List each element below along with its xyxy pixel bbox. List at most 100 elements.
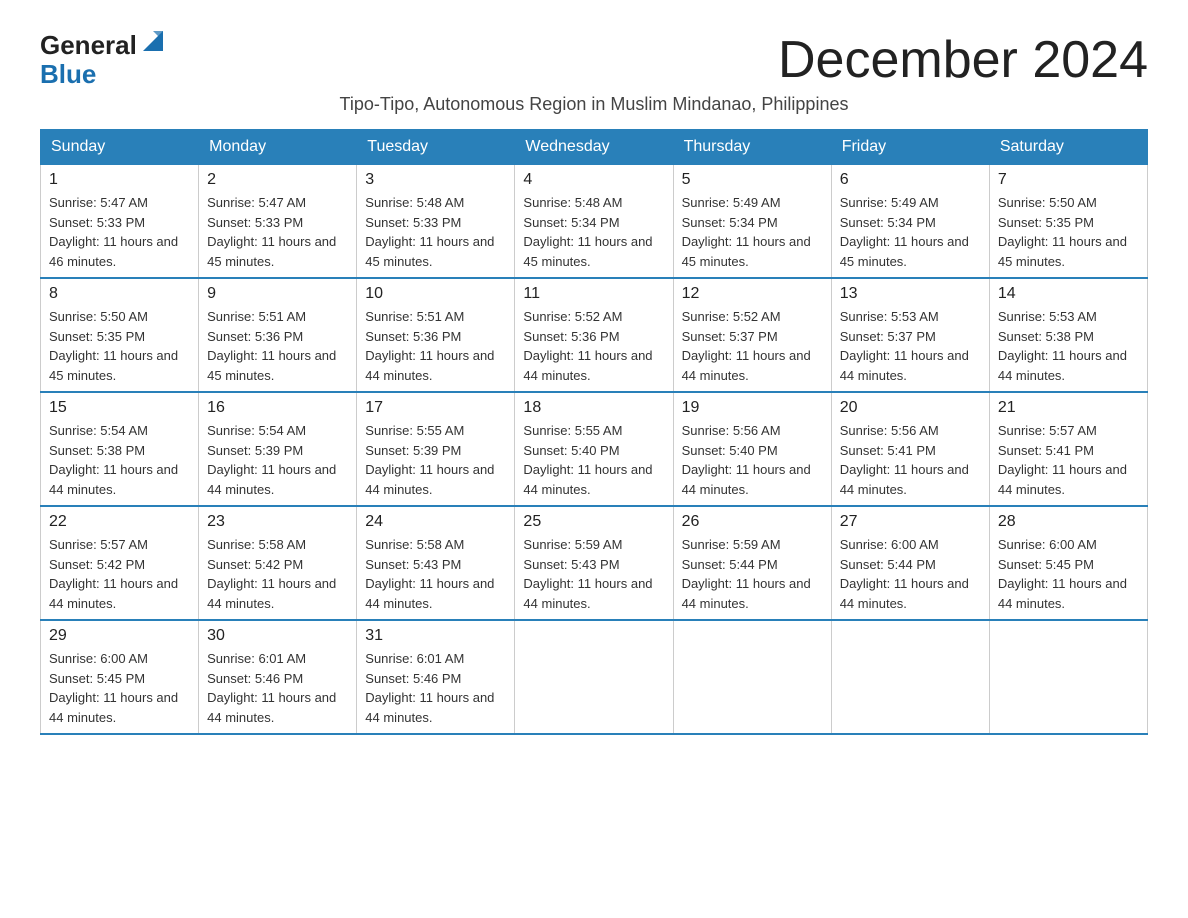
day-number: 11 — [523, 285, 664, 303]
day-number: 22 — [49, 513, 190, 531]
day-number: 24 — [365, 513, 506, 531]
day-number: 16 — [207, 399, 348, 417]
calendar-cell: 19 Sunrise: 5:56 AMSunset: 5:40 PMDaylig… — [673, 392, 831, 506]
day-number: 3 — [365, 171, 506, 189]
day-info: Sunrise: 5:50 AMSunset: 5:35 PMDaylight:… — [49, 307, 190, 385]
day-number: 15 — [49, 399, 190, 417]
day-number: 1 — [49, 171, 190, 189]
calendar-header-thursday: Thursday — [673, 130, 831, 165]
calendar-week-row: 22 Sunrise: 5:57 AMSunset: 5:42 PMDaylig… — [41, 506, 1148, 620]
day-info: Sunrise: 5:59 AMSunset: 5:44 PMDaylight:… — [682, 535, 823, 613]
day-info: Sunrise: 5:59 AMSunset: 5:43 PMDaylight:… — [523, 535, 664, 613]
day-info: Sunrise: 6:00 AMSunset: 5:45 PMDaylight:… — [49, 649, 190, 727]
day-number: 21 — [998, 399, 1139, 417]
day-number: 7 — [998, 171, 1139, 189]
calendar-week-row: 15 Sunrise: 5:54 AMSunset: 5:38 PMDaylig… — [41, 392, 1148, 506]
day-info: Sunrise: 5:56 AMSunset: 5:41 PMDaylight:… — [840, 421, 981, 499]
calendar-cell: 3 Sunrise: 5:48 AMSunset: 5:33 PMDayligh… — [357, 165, 515, 279]
day-info: Sunrise: 5:57 AMSunset: 5:42 PMDaylight:… — [49, 535, 190, 613]
calendar-header-friday: Friday — [831, 130, 989, 165]
day-info: Sunrise: 5:51 AMSunset: 5:36 PMDaylight:… — [365, 307, 506, 385]
day-number: 18 — [523, 399, 664, 417]
day-number: 20 — [840, 399, 981, 417]
day-number: 27 — [840, 513, 981, 531]
calendar-cell: 10 Sunrise: 5:51 AMSunset: 5:36 PMDaylig… — [357, 278, 515, 392]
day-info: Sunrise: 5:51 AMSunset: 5:36 PMDaylight:… — [207, 307, 348, 385]
page-subtitle: Tipo-Tipo, Autonomous Region in Muslim M… — [40, 94, 1148, 115]
calendar-cell: 26 Sunrise: 5:59 AMSunset: 5:44 PMDaylig… — [673, 506, 831, 620]
day-info: Sunrise: 5:56 AMSunset: 5:40 PMDaylight:… — [682, 421, 823, 499]
calendar-cell: 1 Sunrise: 5:47 AMSunset: 5:33 PMDayligh… — [41, 165, 199, 279]
day-info: Sunrise: 5:53 AMSunset: 5:37 PMDaylight:… — [840, 307, 981, 385]
day-number: 30 — [207, 627, 348, 645]
calendar-cell: 27 Sunrise: 6:00 AMSunset: 5:44 PMDaylig… — [831, 506, 989, 620]
day-number: 17 — [365, 399, 506, 417]
calendar-cell: 12 Sunrise: 5:52 AMSunset: 5:37 PMDaylig… — [673, 278, 831, 392]
day-info: Sunrise: 6:00 AMSunset: 5:44 PMDaylight:… — [840, 535, 981, 613]
calendar-cell: 2 Sunrise: 5:47 AMSunset: 5:33 PMDayligh… — [199, 165, 357, 279]
calendar-cell: 9 Sunrise: 5:51 AMSunset: 5:36 PMDayligh… — [199, 278, 357, 392]
day-number: 25 — [523, 513, 664, 531]
day-number: 28 — [998, 513, 1139, 531]
day-info: Sunrise: 5:52 AMSunset: 5:36 PMDaylight:… — [523, 307, 664, 385]
day-number: 31 — [365, 627, 506, 645]
page-title: December 2024 — [778, 30, 1148, 90]
day-number: 23 — [207, 513, 348, 531]
calendar-cell — [673, 620, 831, 734]
day-info: Sunrise: 6:01 AMSunset: 5:46 PMDaylight:… — [365, 649, 506, 727]
calendar-header-wednesday: Wednesday — [515, 130, 673, 165]
day-info: Sunrise: 5:55 AMSunset: 5:39 PMDaylight:… — [365, 421, 506, 499]
day-info: Sunrise: 5:58 AMSunset: 5:42 PMDaylight:… — [207, 535, 348, 613]
logo-triangle-icon — [139, 27, 167, 55]
day-info: Sunrise: 6:00 AMSunset: 5:45 PMDaylight:… — [998, 535, 1139, 613]
day-number: 14 — [998, 285, 1139, 303]
calendar-cell: 17 Sunrise: 5:55 AMSunset: 5:39 PMDaylig… — [357, 392, 515, 506]
day-info: Sunrise: 5:57 AMSunset: 5:41 PMDaylight:… — [998, 421, 1139, 499]
calendar-cell: 30 Sunrise: 6:01 AMSunset: 5:46 PMDaylig… — [199, 620, 357, 734]
calendar-cell: 16 Sunrise: 5:54 AMSunset: 5:39 PMDaylig… — [199, 392, 357, 506]
day-number: 6 — [840, 171, 981, 189]
calendar-cell: 21 Sunrise: 5:57 AMSunset: 5:41 PMDaylig… — [989, 392, 1147, 506]
day-number: 2 — [207, 171, 348, 189]
day-info: Sunrise: 5:53 AMSunset: 5:38 PMDaylight:… — [998, 307, 1139, 385]
calendar-week-row: 1 Sunrise: 5:47 AMSunset: 5:33 PMDayligh… — [41, 165, 1148, 279]
calendar-cell: 25 Sunrise: 5:59 AMSunset: 5:43 PMDaylig… — [515, 506, 673, 620]
day-number: 26 — [682, 513, 823, 531]
calendar-cell: 11 Sunrise: 5:52 AMSunset: 5:36 PMDaylig… — [515, 278, 673, 392]
day-info: Sunrise: 5:50 AMSunset: 5:35 PMDaylight:… — [998, 193, 1139, 271]
calendar-header-saturday: Saturday — [989, 130, 1147, 165]
calendar-header-monday: Monday — [199, 130, 357, 165]
day-info: Sunrise: 5:48 AMSunset: 5:34 PMDaylight:… — [523, 193, 664, 271]
calendar-cell: 24 Sunrise: 5:58 AMSunset: 5:43 PMDaylig… — [357, 506, 515, 620]
calendar-cell: 31 Sunrise: 6:01 AMSunset: 5:46 PMDaylig… — [357, 620, 515, 734]
calendar-cell: 6 Sunrise: 5:49 AMSunset: 5:34 PMDayligh… — [831, 165, 989, 279]
calendar-cell: 4 Sunrise: 5:48 AMSunset: 5:34 PMDayligh… — [515, 165, 673, 279]
calendar-cell: 13 Sunrise: 5:53 AMSunset: 5:37 PMDaylig… — [831, 278, 989, 392]
calendar-week-row: 8 Sunrise: 5:50 AMSunset: 5:35 PMDayligh… — [41, 278, 1148, 392]
logo-general-text: General — [40, 30, 137, 61]
day-number: 13 — [840, 285, 981, 303]
calendar-cell: 23 Sunrise: 5:58 AMSunset: 5:42 PMDaylig… — [199, 506, 357, 620]
day-number: 10 — [365, 285, 506, 303]
calendar-cell — [515, 620, 673, 734]
day-info: Sunrise: 5:47 AMSunset: 5:33 PMDaylight:… — [49, 193, 190, 271]
calendar-header-tuesday: Tuesday — [357, 130, 515, 165]
calendar-table: SundayMondayTuesdayWednesdayThursdayFrid… — [40, 129, 1148, 735]
day-number: 12 — [682, 285, 823, 303]
day-number: 4 — [523, 171, 664, 189]
day-info: Sunrise: 5:49 AMSunset: 5:34 PMDaylight:… — [840, 193, 981, 271]
calendar-header-sunday: Sunday — [41, 130, 199, 165]
logo: General Blue — [40, 30, 167, 87]
calendar-cell: 18 Sunrise: 5:55 AMSunset: 5:40 PMDaylig… — [515, 392, 673, 506]
calendar-cell: 7 Sunrise: 5:50 AMSunset: 5:35 PMDayligh… — [989, 165, 1147, 279]
calendar-cell: 28 Sunrise: 6:00 AMSunset: 5:45 PMDaylig… — [989, 506, 1147, 620]
calendar-cell — [989, 620, 1147, 734]
calendar-cell — [831, 620, 989, 734]
day-number: 9 — [207, 285, 348, 303]
calendar-cell: 15 Sunrise: 5:54 AMSunset: 5:38 PMDaylig… — [41, 392, 199, 506]
day-info: Sunrise: 5:54 AMSunset: 5:39 PMDaylight:… — [207, 421, 348, 499]
day-number: 5 — [682, 171, 823, 189]
day-info: Sunrise: 6:01 AMSunset: 5:46 PMDaylight:… — [207, 649, 348, 727]
calendar-cell: 8 Sunrise: 5:50 AMSunset: 5:35 PMDayligh… — [41, 278, 199, 392]
day-number: 19 — [682, 399, 823, 417]
